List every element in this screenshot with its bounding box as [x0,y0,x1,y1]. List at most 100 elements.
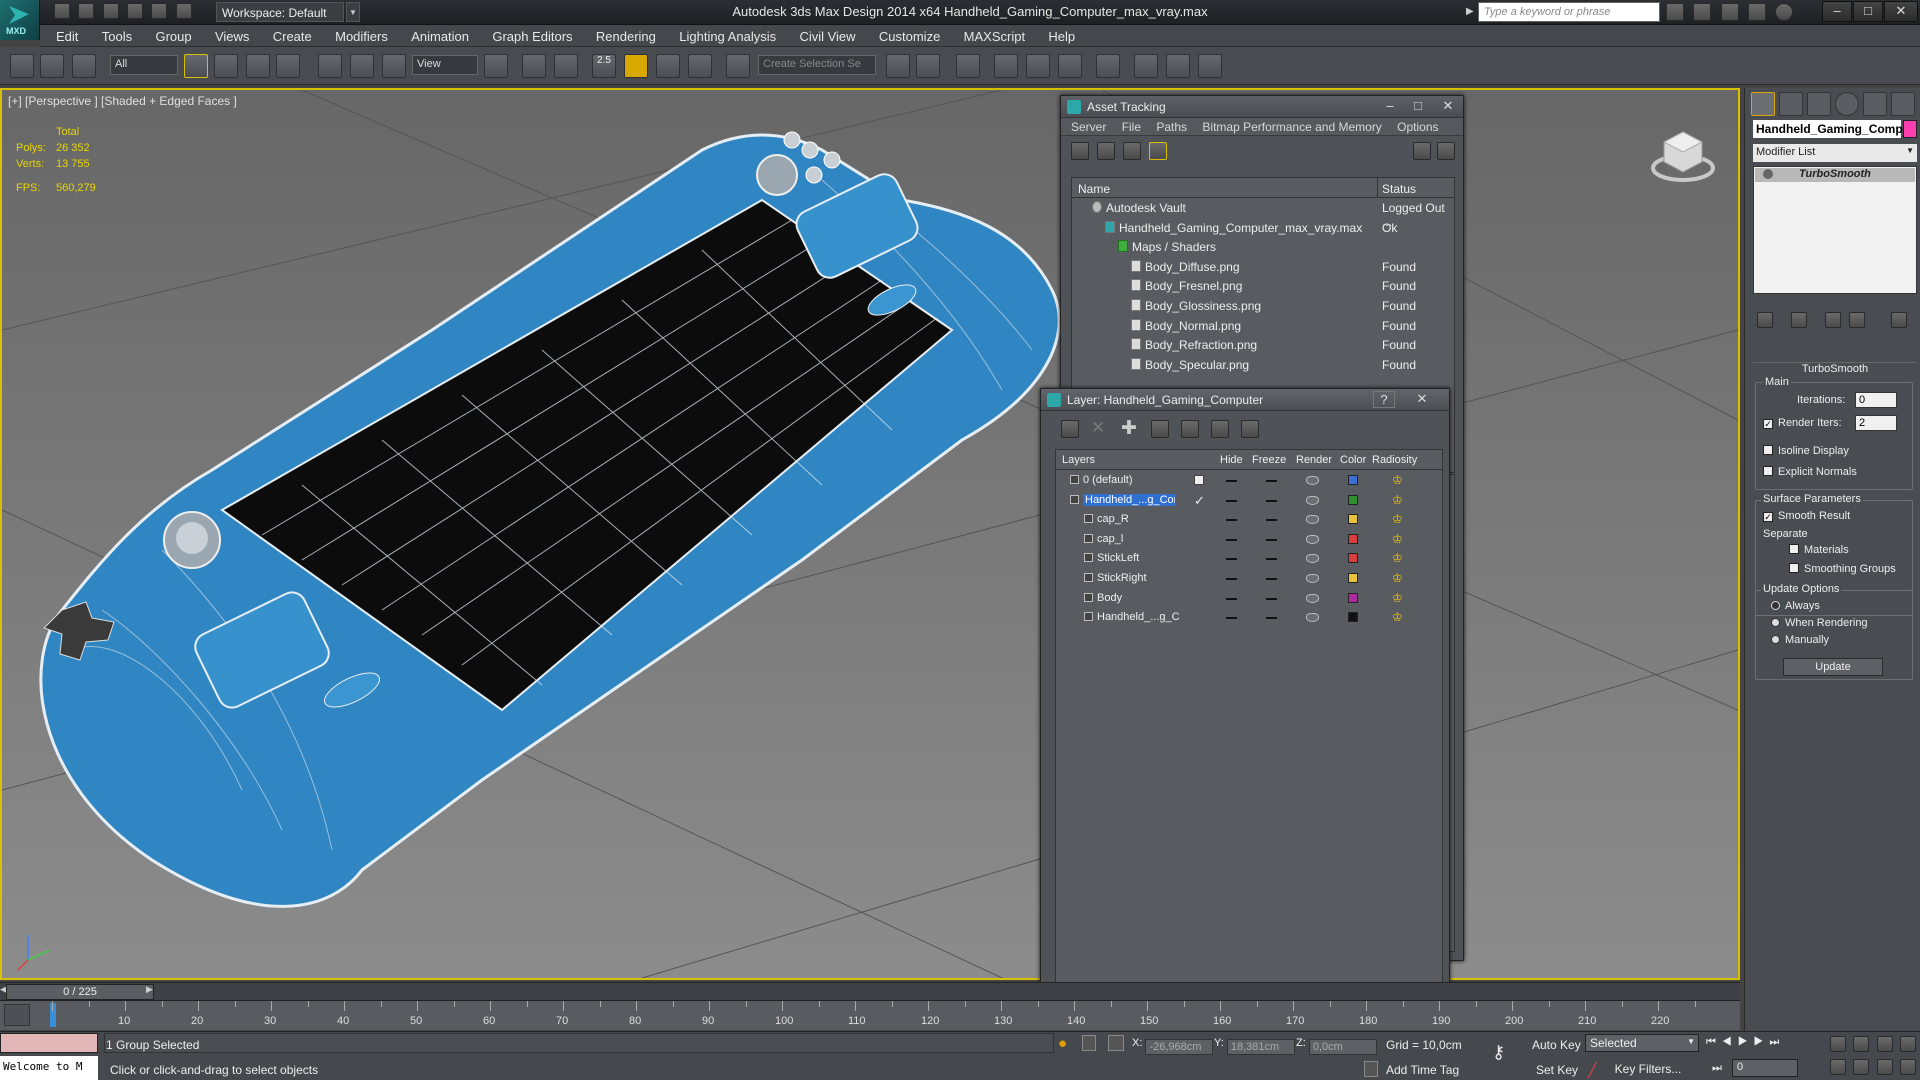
new-file-icon[interactable] [54,3,70,19]
freeze-toggle-icon[interactable] [1266,574,1277,586]
auto-key-button[interactable]: Auto Key [1532,1038,1581,1052]
when-rendering-radio[interactable] [1771,618,1780,627]
rotate-icon[interactable] [350,54,374,78]
rendered-frame-window-icon[interactable] [1166,54,1190,78]
asset-row[interactable]: Maps / Shaders [1072,237,1454,257]
server-status-icon[interactable] [1413,142,1431,160]
spinner-snap-icon[interactable] [688,54,712,78]
asset-close-button[interactable]: ✕ [1437,98,1459,115]
delete-layer-icon[interactable]: ✕ [1091,418,1105,438]
key-filters-button[interactable]: Key Filters... [1598,1059,1698,1079]
radiosity-icon[interactable]: ♔ [1392,512,1404,526]
render-teapot-icon[interactable] [1306,554,1319,566]
time-slider-thumb[interactable]: 0 / 225 [6,984,154,1000]
rectangular-selection-icon[interactable] [246,54,270,78]
maximize-button[interactable]: □ [1853,1,1883,22]
freeze-all-layers-icon[interactable] [1241,420,1259,438]
workspace-dropdown[interactable]: Workspace: Default [216,2,344,22]
close-button[interactable]: ✕ [1884,1,1918,22]
maxscript-listener-input[interactable] [0,1033,98,1053]
edit-named-selection-icon[interactable] [726,54,750,78]
hide-toggle-icon[interactable] [1226,574,1237,586]
percent-snap-icon[interactable] [656,54,680,78]
select-manipulate-icon[interactable] [522,54,546,78]
smooth-result-checkbox[interactable]: ✓ [1763,512,1773,522]
layer-color-swatch[interactable] [1348,514,1358,527]
viewcube-icon[interactable] [1650,122,1716,188]
key-selection-dropdown[interactable]: Selected ▼ [1585,1034,1699,1052]
pan-icon[interactable] [1853,1059,1870,1075]
field-of-view-icon[interactable] [1830,1059,1846,1075]
layer-titlebar[interactable]: Layer: Handheld_Gaming_Computer ? ✕ [1041,389,1449,411]
render-teapot-icon[interactable] [1306,573,1319,586]
layer-manager-dialog[interactable]: Layer: Handheld_Gaming_Computer ? ✕ ✕ ✚ … [1040,388,1450,1016]
freeze-toggle-icon[interactable] [1266,476,1277,488]
menu-graph-editors[interactable]: Graph Editors [482,25,582,47]
hide-toggle-icon[interactable] [1226,515,1237,527]
layer-manager-icon[interactable] [956,54,980,78]
make-unique-icon[interactable] [1825,312,1841,328]
key-icon[interactable] [1693,3,1712,21]
radiosity-icon[interactable]: ♔ [1392,473,1404,487]
radiosity-icon[interactable]: ♔ [1392,551,1404,565]
menu-help[interactable]: Help [1038,25,1085,47]
freeze-toggle-icon[interactable] [1266,594,1277,606]
layer-col-render[interactable]: Render [1296,454,1332,466]
object-name-field[interactable]: Handheld_Gaming_Comp [1753,120,1903,138]
menu-maxscript[interactable]: MAXScript [954,25,1035,47]
asset-row[interactable]: Body_Diffuse.png Found [1072,257,1454,277]
stack-item-turbosmooth[interactable]: TurboSmooth [1755,168,1915,182]
radiosity-icon[interactable]: ♔ [1392,493,1404,507]
render-teapot-icon[interactable] [1306,534,1319,547]
render-teapot-icon[interactable] [1306,476,1319,488]
radiosity-icon[interactable]: ♔ [1392,591,1404,605]
key-mode-toggle-icon[interactable]: ⏭ [1712,1062,1722,1075]
explicit-normals-checkbox[interactable] [1763,466,1773,476]
menu-tools[interactable]: Tools [92,25,142,47]
search-input[interactable]: Type a keyword or phrase [1478,2,1660,22]
light-bulb-icon[interactable] [1763,169,1773,179]
binoculars-icon[interactable] [1666,3,1684,21]
asset-row[interactable]: Body_Normal.png Found [1072,316,1454,336]
layer-row[interactable]: Body ♔ [1056,590,1442,610]
next-frame-icon[interactable]: ▶ [1754,1036,1770,1048]
layer-col-layers[interactable]: Layers [1062,454,1095,466]
keyboard-shortcut-override-icon[interactable] [554,54,578,78]
go-to-end-icon[interactable]: ⏭ [1769,1036,1785,1048]
project-folder-icon[interactable] [175,3,192,19]
asset-maximize-button[interactable]: □ [1407,98,1429,115]
manually-radio[interactable] [1771,635,1780,644]
render-teapot-icon[interactable] [1306,593,1319,606]
highlight-layer-icon[interactable] [1181,420,1199,438]
key-mode-icon[interactable]: ⚷ [1492,1042,1505,1063]
track-bar[interactable]: 10 20 30 40 50 60 70 80 90 100 110 120 130 140 150 160 1… [0,1000,1740,1030]
layer-color-swatch[interactable] [1348,592,1358,606]
menu-civil-view[interactable]: Civil View [789,25,865,47]
asset-menu-bitmap[interactable]: Bitmap Performance and Memory [1196,120,1387,134]
asset-menu-paths[interactable]: Paths [1150,120,1193,134]
motion-tab-icon[interactable] [1835,92,1859,116]
asset-minimize-button[interactable]: – [1379,98,1401,115]
add-to-layer-icon[interactable]: ✚ [1121,417,1137,440]
move-icon[interactable] [318,54,342,78]
modifier-list-dropdown[interactable]: Modifier List ▼ [1753,144,1917,162]
pin-stack-icon[interactable] [1757,312,1773,328]
layer-col-radiosity[interactable]: Radiosity [1372,454,1417,466]
remove-modifier-icon[interactable] [1849,312,1865,328]
freeze-toggle-icon[interactable] [1266,613,1277,625]
asset-row[interactable]: Body_Specular.png Found [1072,355,1454,375]
angle-snap-icon[interactable] [624,54,648,78]
layer-col-freeze[interactable]: Freeze [1252,454,1286,466]
layer-row[interactable]: 0 (default) ♔ [1056,472,1442,492]
materials-checkbox[interactable] [1789,544,1799,554]
render-teapot-icon[interactable] [1306,613,1319,625]
x-field[interactable]: -26,968cm [1145,1039,1214,1055]
help-icon[interactable] [1775,3,1794,21]
smoothing-groups-checkbox[interactable] [1789,563,1799,573]
time-slider[interactable]: ◀ 0 / 225 ▶ [0,982,1740,1000]
search-expand-icon[interactable]: ▶ [1466,2,1474,22]
menu-customize[interactable]: Customize [869,25,950,47]
render-iters-checkbox[interactable]: ✓ [1763,419,1773,429]
radiosity-icon[interactable]: ♔ [1392,610,1404,624]
asset-menu-server[interactable]: Server [1065,120,1112,134]
